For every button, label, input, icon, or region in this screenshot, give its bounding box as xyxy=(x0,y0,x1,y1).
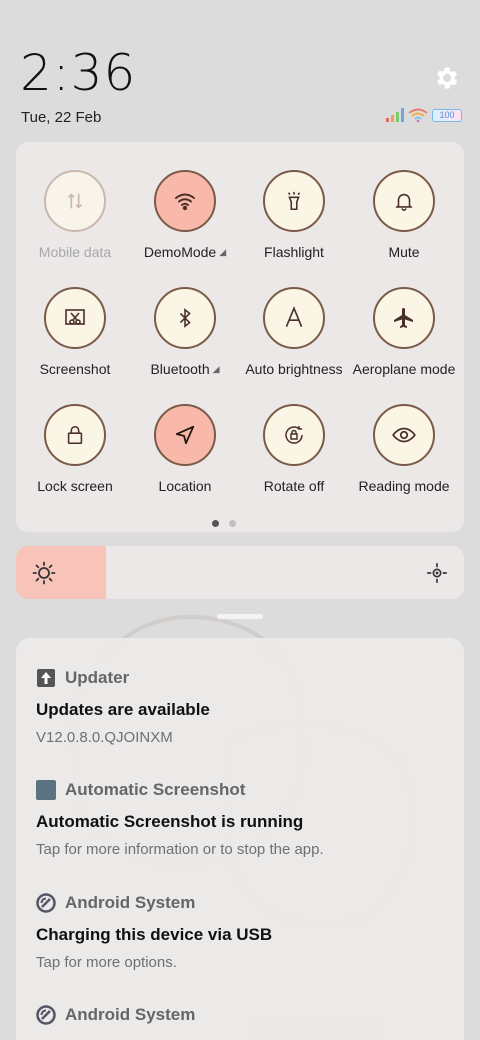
battery-level: 100 xyxy=(439,110,455,120)
qs-tile-label-text: Lock screen xyxy=(37,478,113,494)
notification-text: Tap for more options. xyxy=(36,954,177,971)
screenshot-icon[interactable] xyxy=(44,287,106,349)
qs-tile-label-text: Auto brightness xyxy=(245,361,343,377)
qs-tile-flashlight[interactable]: Flashlight xyxy=(239,170,349,260)
wifi-icon[interactable] xyxy=(154,170,216,232)
mobile-data-icon[interactable] xyxy=(44,170,106,232)
qs-tile-screenshot[interactable]: Screenshot xyxy=(20,287,130,377)
qs-tile-auto-brightness[interactable]: Auto brightness xyxy=(239,287,349,377)
qs-tile-label: Flashlight xyxy=(239,244,349,260)
qs-tile-aeroplane-mode[interactable]: Aeroplane mode xyxy=(349,287,459,377)
lock-icon[interactable] xyxy=(44,404,106,466)
drag-handle[interactable] xyxy=(217,614,263,619)
notification-text: V12.0.8.0.QJOINXM xyxy=(36,729,173,746)
qs-tile-mobile-data[interactable]: Mobile data xyxy=(20,170,130,260)
brightness-high-icon xyxy=(427,563,447,583)
notification-app-name: Automatic Screenshot xyxy=(65,780,246,799)
qs-tile-label-text: Mute xyxy=(388,244,420,260)
qs-tile-label-text: Rotate off xyxy=(263,478,325,494)
auto-brightness-icon[interactable] xyxy=(263,287,325,349)
quick-settings-panel: Mobile data DemoMode ◢ Flashlight Mute Screen… xyxy=(16,142,464,532)
clock[interactable]: 2:36 xyxy=(20,44,136,102)
system-icons: 100 xyxy=(386,108,462,122)
page-dot-1[interactable] xyxy=(212,520,219,527)
status-header: 2:36 Tue, 22 Feb 100 xyxy=(0,0,480,140)
notification-title: Charging this device via USB xyxy=(36,925,273,944)
qs-tile-label: Aeroplane mode xyxy=(349,361,459,377)
notification-text: Tap for more information or to stop the … xyxy=(36,841,324,858)
qs-tile-location[interactable]: Location xyxy=(130,404,240,494)
notification-panel: Updater Updates are available V12.0.8.0.… xyxy=(16,638,464,1040)
qs-tile-label-text: Flashlight xyxy=(264,244,324,260)
qs-tile-label: Location xyxy=(130,478,240,494)
airplane-icon[interactable] xyxy=(373,287,435,349)
wifi-status-icon xyxy=(408,108,428,122)
brightness-level-fill xyxy=(16,546,106,599)
qs-tile-label: Bluetooth ◢ xyxy=(130,361,240,377)
eye-icon[interactable] xyxy=(373,404,435,466)
notification-android-system-2[interactable]: Android System xyxy=(36,1005,456,1025)
qs-tile-label-text: DemoMode xyxy=(143,244,217,260)
qs-tile-label: Reading mode xyxy=(349,478,459,494)
notification-android-system[interactable]: Android System Charging this device via … xyxy=(36,893,456,971)
expand-arrow-icon[interactable]: ◢ xyxy=(213,364,220,375)
expand-arrow-icon[interactable]: ◢ xyxy=(219,247,226,258)
qs-tile-rotate-off[interactable]: Rotate off xyxy=(239,404,349,494)
screenshot-app-icon xyxy=(36,780,56,800)
qs-tile-label: Mute xyxy=(349,244,459,260)
qs-tile-label: Mobile data xyxy=(20,244,130,260)
rotate-lock-icon[interactable] xyxy=(263,404,325,466)
notification-title: Updates are available xyxy=(36,700,210,719)
brightness-slider[interactable] xyxy=(16,546,464,599)
notification-updater[interactable]: Updater Updates are available V12.0.8.0.… xyxy=(36,668,456,746)
qs-tile-label: Lock screen xyxy=(20,478,130,494)
location-icon[interactable] xyxy=(154,404,216,466)
qs-tile-label-text: Aeroplane mode xyxy=(352,361,456,377)
page-dot-2[interactable] xyxy=(229,520,236,527)
qs-tile-label: Rotate off xyxy=(239,478,349,494)
qs-tile-label-text: Location xyxy=(158,478,212,494)
update-arrow-icon xyxy=(36,668,56,688)
battery-icon: 100 xyxy=(432,108,462,122)
qs-tile-label-text: Mobile data xyxy=(38,244,112,260)
qs-tile-demomode[interactable]: DemoMode ◢ xyxy=(130,170,240,260)
qs-tile-bluetooth[interactable]: Bluetooth ◢ xyxy=(130,287,240,377)
brightness-low-icon xyxy=(32,561,56,585)
gear-icon[interactable] xyxy=(432,64,460,92)
qs-tile-mute[interactable]: Mute xyxy=(349,170,459,260)
signal-icon xyxy=(386,108,404,122)
qs-tile-label-text: Screenshot xyxy=(39,361,111,377)
date[interactable]: Tue, 22 Feb xyxy=(21,109,101,126)
page-indicator xyxy=(212,520,236,527)
qs-tile-lock-screen[interactable]: Lock screen xyxy=(20,404,130,494)
android-system-icon xyxy=(36,1005,56,1025)
qs-tile-label: DemoMode ◢ xyxy=(130,244,240,260)
bluetooth-icon[interactable] xyxy=(154,287,216,349)
qs-tile-reading-mode[interactable]: Reading mode xyxy=(349,404,459,494)
notification-auto-screenshot[interactable]: Automatic Screenshot Automatic Screensho… xyxy=(36,780,456,858)
qs-tile-label: Screenshot xyxy=(20,361,130,377)
android-system-icon xyxy=(36,893,56,913)
notification-app-name: Updater xyxy=(65,668,130,687)
notification-app-name: Android System xyxy=(65,1005,196,1024)
qs-tile-label: Auto brightness xyxy=(239,361,349,377)
bell-icon[interactable] xyxy=(373,170,435,232)
qs-tile-label-text: Reading mode xyxy=(358,478,450,494)
notification-app-name: Android System xyxy=(65,893,196,912)
qs-tile-label-text: Bluetooth xyxy=(150,361,210,377)
flashlight-icon[interactable] xyxy=(263,170,325,232)
notification-title: Automatic Screenshot is running xyxy=(36,812,304,831)
